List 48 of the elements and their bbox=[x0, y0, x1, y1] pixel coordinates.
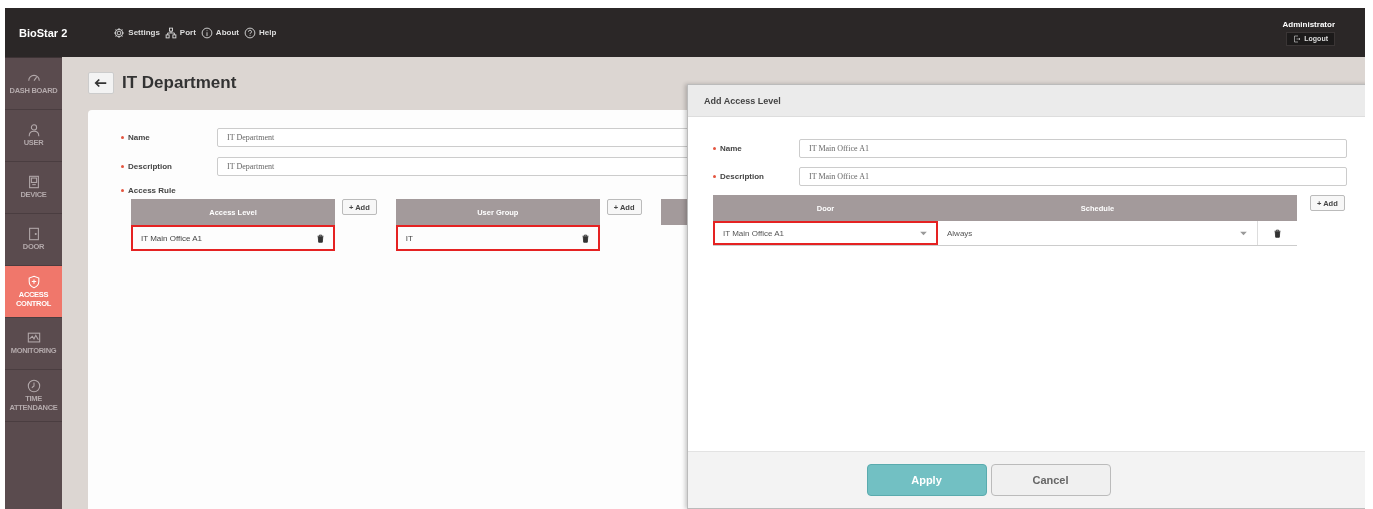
list-row[interactable]: IT bbox=[395, 225, 600, 251]
dialog-title: Add Access Level bbox=[688, 85, 1365, 117]
dropdown[interactable]: IT Main Office A1 bbox=[713, 221, 938, 245]
delete-button[interactable] bbox=[1272, 227, 1282, 239]
field-label: Description bbox=[713, 172, 799, 181]
menu-link[interactable]: Settings bbox=[113, 26, 160, 39]
required-dot bbox=[121, 136, 124, 139]
field-label: Description bbox=[121, 162, 217, 171]
list-row[interactable]: IT Main Office A1 bbox=[131, 225, 335, 251]
logout-icon bbox=[1293, 34, 1302, 43]
user-icon bbox=[26, 123, 41, 138]
device-icon bbox=[26, 175, 41, 190]
back-button[interactable] bbox=[88, 72, 114, 94]
column-header bbox=[1257, 195, 1297, 221]
cancel-button[interactable]: Cancel bbox=[990, 464, 1111, 496]
text-field[interactable]: IT Main Office A1 bbox=[799, 139, 1347, 158]
text-field[interactable]: IT Main Office A1 bbox=[799, 167, 1347, 186]
back-arrow-icon bbox=[94, 77, 108, 89]
network-icon bbox=[164, 26, 177, 39]
delete-button[interactable] bbox=[580, 232, 590, 244]
gear-icon bbox=[113, 26, 126, 39]
caret-icon bbox=[919, 230, 928, 236]
menu-link[interactable]: Port bbox=[164, 26, 196, 39]
field-label: Name bbox=[713, 144, 799, 153]
trash-icon bbox=[580, 232, 590, 244]
required-dot bbox=[121, 165, 124, 168]
info-icon bbox=[200, 26, 213, 39]
field-label: Name bbox=[121, 133, 217, 142]
caret-icon bbox=[1238, 230, 1248, 236]
trash-icon bbox=[1272, 227, 1282, 239]
user-name: Administrator bbox=[1282, 19, 1335, 29]
page-title: IT Department bbox=[122, 73, 237, 93]
row-text: IT Main Office A1 bbox=[141, 233, 203, 243]
app-logo[interactable]: BioStar 2 bbox=[19, 26, 68, 39]
required-dot bbox=[713, 175, 716, 178]
required-dot bbox=[713, 147, 716, 150]
door-icon bbox=[26, 227, 41, 242]
field-label: Access Rule bbox=[121, 186, 1365, 195]
row-text: IT bbox=[405, 233, 413, 243]
menu-link[interactable]: Help bbox=[243, 26, 277, 39]
monitor-wave-icon bbox=[26, 331, 41, 346]
menu-link[interactable]: About bbox=[200, 26, 239, 39]
clock-icon bbox=[26, 378, 41, 393]
required-dot bbox=[121, 189, 124, 192]
help-icon bbox=[243, 26, 256, 39]
trash-icon bbox=[316, 232, 325, 244]
delete-button[interactable] bbox=[316, 232, 325, 244]
shield-plus-icon bbox=[26, 274, 41, 289]
